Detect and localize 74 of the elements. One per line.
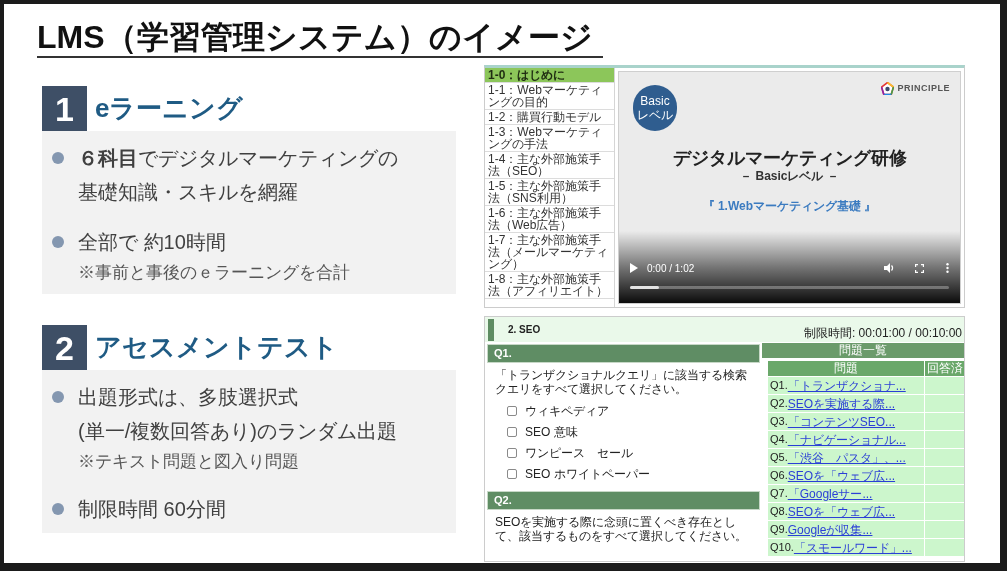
bullet-icon — [52, 391, 64, 403]
question-link[interactable]: 「コンテンツSEO... — [787, 414, 896, 429]
checkbox[interactable] — [507, 448, 517, 458]
question-header: Q2. — [487, 491, 760, 510]
question-link[interactable]: 「Googleサー... — [787, 486, 873, 501]
logo-text: PRINCIPLE — [897, 82, 950, 95]
question-link[interactable]: 「トランザクショナ... — [787, 378, 906, 393]
question-link[interactable]: SEOを実施する際... — [787, 396, 896, 411]
video-time: 0:00 / 1:02 — [647, 261, 695, 276]
question-link[interactable]: 「ナビゲーショナル... — [787, 432, 906, 447]
fullscreen-icon[interactable] — [915, 263, 924, 273]
chapter-item[interactable]: 1-6：主な外部施策手法（Web広告） — [485, 206, 614, 233]
checkbox[interactable] — [507, 427, 517, 437]
slide-title: LMS（学習管理システム）のイメージ — [37, 18, 603, 58]
bullet-text: ６科目でデジタルマーケティングの 基礎知識・スキルを網羅 — [78, 146, 398, 205]
question-number: Q2. — [770, 396, 788, 412]
progress-track[interactable] — [630, 286, 949, 289]
question-link[interactable]: 「渋谷 パスタ」、... — [787, 450, 906, 465]
checkbox[interactable] — [507, 406, 517, 416]
chapter-item[interactable]: 1-2：購買行動モデル — [485, 110, 614, 125]
chapter-item[interactable]: 1-5：主な外部施策手法（SNS利用） — [485, 179, 614, 206]
option-label: ウィキペディア — [525, 403, 609, 420]
note-text: ※テキスト問題と図入り問題 — [78, 451, 300, 473]
note-text: ※事前と事後のｅラーニングを合計 — [78, 262, 350, 284]
bullet-text: 出題形式は、多肢選択式 (単一/複数回答あり)のランダム出題 — [78, 385, 397, 444]
question-number: Q6. — [770, 468, 788, 484]
question-number: Q4. — [770, 432, 788, 448]
logo-icon — [881, 82, 895, 96]
checkbox[interactable] — [507, 469, 517, 479]
volume-icon[interactable] — [884, 263, 895, 273]
accent-bar — [488, 318, 494, 341]
question-number: Q8. — [770, 504, 788, 520]
chapter-item[interactable]: 1-1：Webマーケティングの目的 — [485, 83, 614, 110]
column-header: 問題 — [768, 361, 924, 376]
question-number: Q9. — [770, 522, 788, 536]
option-label: ワンピース セール — [525, 445, 633, 462]
option-label: SEO 意味 — [525, 424, 578, 441]
column-header: 回答済 — [925, 361, 964, 376]
question-text: SEOを実施する際に念頭に置くべき存在として、該当するものをすべて選択してください。 — [494, 514, 748, 543]
question-link[interactable]: SEOを「ウェブ広... — [787, 504, 896, 519]
play-icon[interactable] — [630, 263, 638, 273]
chapter-item[interactable]: 1-7：主な外部施策手法（メールマーケティング） — [485, 233, 614, 272]
bullet-text: 全部で 約10時間 — [78, 230, 227, 255]
bullet-text: 制限時間 60分間 — [78, 497, 226, 522]
question-header: Q1. — [487, 344, 760, 363]
chapter-item[interactable]: 1-4：主な外部施策手法（SEO） — [485, 152, 614, 179]
question-number: Q10. — [770, 540, 794, 556]
section-heading: eラーニング — [95, 92, 244, 125]
question-number: Q7. — [770, 486, 788, 502]
bullet-icon — [52, 152, 64, 164]
section-number-badge: 1 — [42, 86, 87, 131]
chapter-item[interactable]: 1-3：Webマーケティングの手法 — [485, 125, 614, 152]
question-number: Q1. — [770, 378, 788, 394]
section-number-badge: 2 — [42, 325, 87, 370]
option-label: SEO ホワイトペーパー — [525, 466, 650, 483]
quiz-section-title: 2. SEO — [508, 323, 541, 337]
more-options-icon[interactable] — [946, 263, 949, 273]
question-list-header: 問題一覧 — [762, 343, 964, 358]
chapter-item[interactable]: 1-0：はじめに — [485, 68, 614, 83]
slide-course-title: 『 1.Webマーケティング基礎 』 — [702, 198, 877, 214]
level-badge: Basic レベル — [633, 85, 677, 131]
question-link[interactable]: SEOを「ウェブ広... — [787, 468, 896, 483]
question-number: Q5. — [770, 450, 788, 466]
bullet-icon — [52, 503, 64, 515]
chapter-item[interactable]: 1-8：主な外部施策手法（アフィリエイト） — [485, 272, 614, 299]
slide-heading: デジタルマーケティング研修 — [672, 147, 907, 169]
bullet-icon — [52, 236, 64, 248]
question-link[interactable]: Googleが収集... — [787, 522, 873, 537]
section-heading: アセスメントテスト — [95, 331, 338, 364]
question-text: 「トランザクショナルクエリ」に該当する検索クエリをすべて選択してください。 — [494, 367, 748, 396]
time-limit-text: 制限時間: 00:01:00 / 00:10:00 — [803, 326, 962, 340]
slide-subtitle: － Basicレベル － — [740, 169, 839, 184]
question-link[interactable]: 「スモールワード」... — [793, 540, 912, 555]
question-number: Q3. — [770, 414, 788, 430]
